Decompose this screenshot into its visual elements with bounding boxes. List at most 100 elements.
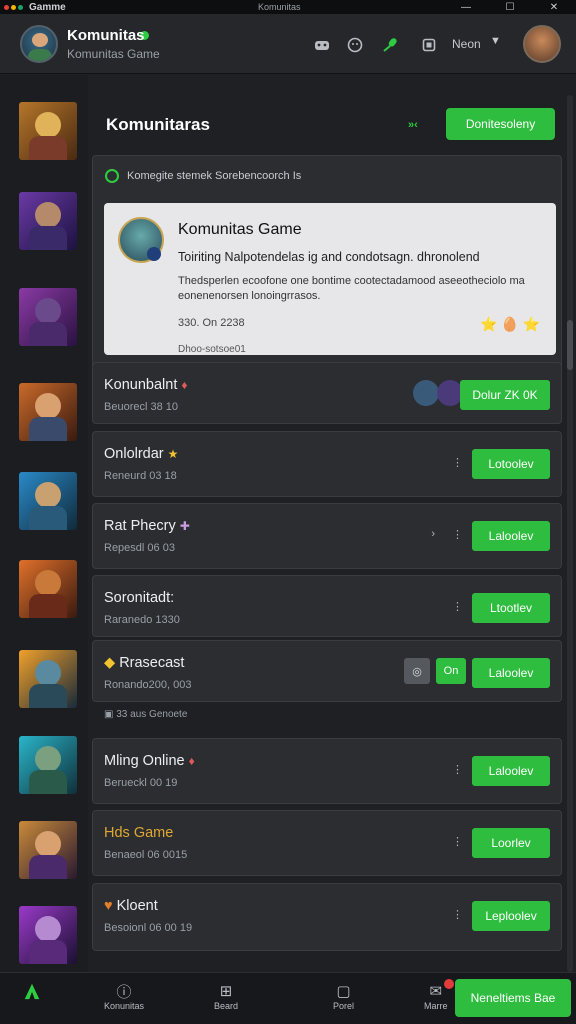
game-name: Rat Phecry <box>104 518 176 534</box>
game-name: Onlolrdar <box>104 446 164 462</box>
game-emoji: ♦ <box>181 378 188 392</box>
community-panel: Komegite stemek Sorebencoorch Is Komunit… <box>92 155 562 370</box>
game-action-button[interactable]: Lotoolev <box>472 449 550 479</box>
gamepad-icon[interactable] <box>313 36 331 54</box>
chat-icon: ▣ <box>104 709 117 720</box>
game-card[interactable]: Mling Online ♦ Berueckl 00 19 ⋮ Laloolev <box>92 738 562 804</box>
featured-title: Komunitas Game <box>178 221 302 238</box>
nav-home[interactable] <box>22 981 42 1001</box>
game-card[interactable]: Soronitadt: Raranedo 1330 ⋮ Ltootlev <box>92 575 562 637</box>
featured-description: Thedsperlen ecoofone one bontime cootect… <box>178 275 525 302</box>
settings-icon[interactable]: ◎ <box>404 658 430 684</box>
nav-label: Beard <box>214 1001 239 1011</box>
notice-text: Komegite stemek Sorebencoorch Is <box>127 170 302 182</box>
game-card[interactable]: ◆ Rrasecast Ronando200, 003 ◎ On Laloole… <box>92 640 562 702</box>
community-avatar[interactable] <box>20 25 58 63</box>
gamepad-icon: ⊞ <box>219 983 233 1000</box>
sidebar-game-thumb[interactable] <box>19 560 77 618</box>
sidebar-game-thumb[interactable] <box>19 906 77 964</box>
window-icon[interactable] <box>420 36 438 54</box>
app-name: Gamme <box>29 1 66 13</box>
featured-card[interactable]: Komunitas Game Toiriting Nalpotendelas i… <box>104 203 556 355</box>
verified-badge-icon <box>147 247 161 261</box>
sidebar-game-thumb[interactable] <box>19 102 77 160</box>
sidebar-game-thumb[interactable] <box>19 288 77 346</box>
nav-board[interactable]: ⊞ Beard <box>214 981 238 1011</box>
header-title: Komunitas <box>67 27 145 44</box>
nav-panel[interactable]: ▢ Porel <box>333 981 354 1011</box>
user-menu-label[interactable]: Neon <box>452 37 481 51</box>
sidebar-game-thumb[interactable] <box>19 650 77 708</box>
game-emoji: ★ <box>167 447 179 461</box>
game-action-button[interactable]: Ltootlev <box>472 593 550 623</box>
info-icon: ⓘ <box>116 983 132 1001</box>
more-icon[interactable]: ⋮ <box>452 835 463 848</box>
game-action-button[interactable]: Dolur ZK 0K <box>460 380 550 410</box>
maximize-button[interactable]: ☐ <box>488 0 532 14</box>
separator-text: 33 aus Genoete <box>116 709 188 720</box>
sidebar-game-thumb[interactable] <box>19 736 77 794</box>
scrollbar[interactable] <box>567 95 573 972</box>
nav-label: Porel <box>333 1001 355 1011</box>
chevron-down-icon[interactable]: ▼ <box>490 35 501 47</box>
game-name: Mling Online <box>104 753 185 769</box>
more-icon[interactable]: ⋮ <box>452 908 463 921</box>
nav-label: Konunitas <box>104 1001 145 1011</box>
page-title: Komunitaras <box>106 115 210 134</box>
game-meta: Repesdl 06 03 <box>104 542 175 554</box>
minimize-button[interactable]: — <box>444 0 488 14</box>
sidebar-game-thumb[interactable] <box>19 821 77 879</box>
home-icon <box>22 981 42 1001</box>
game-action-button[interactable]: Laloolev <box>472 521 550 551</box>
microphone-icon[interactable] <box>381 36 399 54</box>
sidebar-game-thumb[interactable] <box>19 383 77 441</box>
profile-avatar[interactable] <box>523 25 561 63</box>
app-header: Komunitas Komunitas Game Neon ▼ <box>0 14 576 74</box>
game-action-button[interactable]: Laloolev <box>472 658 550 688</box>
window-title: Komunitas <box>258 2 301 12</box>
game-name: Kloent <box>116 898 158 914</box>
more-icon[interactable]: ⋮ <box>452 528 463 541</box>
primary-action-button[interactable]: Donitesoleny <box>446 108 555 140</box>
emoji-icon[interactable] <box>346 36 364 54</box>
nav-label: Marre <box>424 1001 448 1011</box>
game-card[interactable]: Onlolrdar ★ Reneurd 03 18 ⋮ Lotoolev <box>92 431 562 497</box>
window-titlebar: Gamme Komunitas — ☐ ✕ <box>0 0 576 14</box>
more-icon[interactable]: ⋮ <box>452 600 463 613</box>
game-name: Konunbalnt <box>104 377 178 393</box>
main-content: Komunitaras »‹ Donitesoleny Komegite ste… <box>88 75 576 972</box>
featured-meta: 330. On 2238 <box>178 317 245 329</box>
game-meta: Beuorecl 38 10 <box>104 401 178 413</box>
bottom-nav: ⓘ Konunitas ⊞ Beard ▢ Porel ✉ Marre Nene… <box>0 972 576 1024</box>
scrollbar-thumb[interactable] <box>567 320 573 370</box>
expand-icon[interactable]: »‹ <box>408 119 418 131</box>
game-card[interactable]: ♥ Kloent Besoionl 06 00 19 ⋮ Leploolev <box>92 883 562 951</box>
game-action-button[interactable]: Laloolev <box>472 756 550 786</box>
panel-icon: ▢ <box>336 983 351 1000</box>
game-sidebar <box>0 75 88 972</box>
chevron-right-icon[interactable]: › <box>431 528 435 540</box>
game-meta: Besoionl 06 00 19 <box>104 922 193 934</box>
game-meta: Berueckl 00 19 <box>104 777 178 789</box>
more-icon[interactable]: ⋮ <box>452 456 463 469</box>
more-icon[interactable]: ⋮ <box>452 763 463 776</box>
game-name: Rrasecast <box>119 655 185 671</box>
bottom-cta-button[interactable]: Neneltiems Bae <box>455 979 571 1017</box>
game-action-button[interactable]: Leploolev <box>472 901 550 931</box>
game-emoji: ✚ <box>179 519 190 533</box>
game-card[interactable]: Konunbalnt ♦ Beuorecl 38 10 Dolur ZK 0K <box>92 362 562 424</box>
game-card[interactable]: Rat Phecry ✚ Repesdl 06 03 › ⋮ Laloolev <box>92 503 562 569</box>
nav-community[interactable]: ⓘ Konunitas <box>104 981 145 1012</box>
sidebar-game-thumb[interactable] <box>19 192 77 250</box>
game-action-button[interactable]: Loorlev <box>472 828 550 858</box>
game-meta: Raranedo 1330 <box>104 614 180 626</box>
app-logo-icon <box>4 4 23 10</box>
toggle-on-button[interactable]: On <box>436 658 466 684</box>
game-card[interactable]: Hds Game Benaeol 06 0015 ⋮ Loorlev <box>92 810 562 876</box>
section-separator: ▣ 33 aus Genoete <box>104 709 187 720</box>
sidebar-game-thumb[interactable] <box>19 472 77 530</box>
rating-icons: ⭐ 🥚 ⭐ <box>480 316 541 332</box>
heart-icon: ♥ <box>104 898 117 914</box>
close-button[interactable]: ✕ <box>532 0 576 14</box>
header-subtitle: Komunitas Game <box>67 47 160 61</box>
